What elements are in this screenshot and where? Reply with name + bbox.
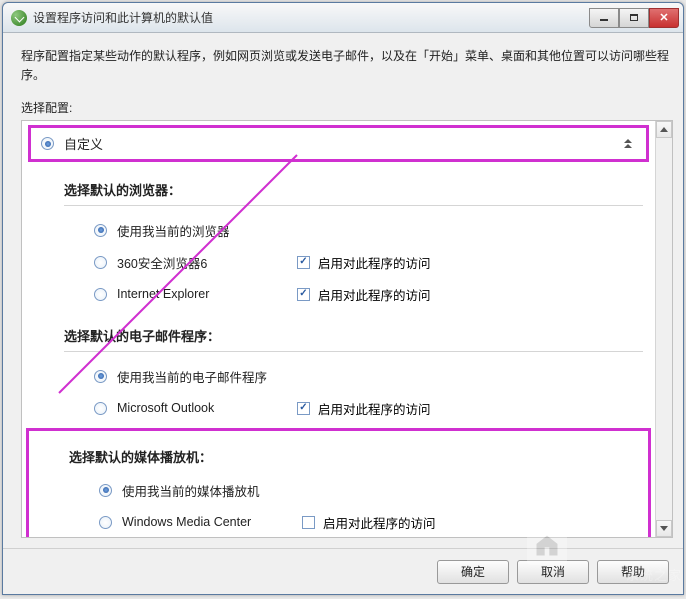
radio-media-current[interactable]	[99, 484, 112, 497]
access-label: 启用对此程序的访问	[323, 513, 436, 532]
select-config-label: 选择配置:	[21, 99, 673, 116]
radio-browser-ie[interactable]	[94, 288, 107, 301]
custom-option-label: 自定义	[64, 134, 620, 153]
checkbox-email-outlook[interactable]	[297, 402, 310, 415]
browser-opt-ie[interactable]: Internet Explorer 启用对此程序的访问	[64, 278, 643, 310]
checkbox-browser-360[interactable]	[297, 256, 310, 269]
radio-browser-360[interactable]	[94, 256, 107, 269]
custom-option-row[interactable]: 自定义	[28, 125, 649, 162]
config-list: 自定义 选择默认的浏览器： 使用我当前的浏览器 360安全浏览器6	[21, 120, 673, 538]
browser-opt-ie-label: Internet Explorer	[117, 287, 297, 301]
scroll-up-button[interactable]	[656, 121, 672, 138]
scroll-down-button[interactable]	[656, 520, 672, 537]
radio-custom[interactable]	[41, 137, 54, 150]
email-opt-current[interactable]: 使用我当前的电子邮件程序	[64, 360, 643, 392]
description-text: 程序配置指定某些动作的默认程序，例如网页浏览或发送电子邮件，以及在「开始」菜单、…	[21, 47, 673, 85]
browser-opt-current-label: 使用我当前的浏览器	[117, 221, 297, 240]
scroll-track[interactable]	[656, 138, 672, 520]
window-buttons: ✕	[589, 8, 679, 28]
close-button[interactable]: ✕	[649, 8, 679, 28]
radio-media-wmc[interactable]	[99, 516, 112, 529]
browser-opt-current[interactable]: 使用我当前的浏览器	[64, 214, 643, 246]
access-label: 启用对此程序的访问	[318, 253, 431, 272]
radio-browser-current[interactable]	[94, 224, 107, 237]
email-section-title: 选择默认的电子邮件程序：	[64, 318, 643, 352]
browser-section-title: 选择默认的浏览器：	[64, 172, 643, 206]
email-opt-outlook[interactable]: Microsoft Outlook 启用对此程序的访问	[64, 392, 643, 424]
browser-opt-360[interactable]: 360安全浏览器6 启用对此程序的访问	[64, 246, 643, 278]
list-scroll-area[interactable]: 自定义 选择默认的浏览器： 使用我当前的浏览器 360安全浏览器6	[22, 121, 655, 537]
media-section-title: 选择默认的媒体播放机：	[69, 439, 630, 472]
radio-email-current[interactable]	[94, 370, 107, 383]
media-opt-wmc[interactable]: Windows Media Center 启用对此程序的访问	[69, 506, 630, 537]
scrollbar[interactable]	[655, 121, 672, 537]
content-area: 程序配置指定某些动作的默认程序，例如网页浏览或发送电子邮件，以及在「开始」菜单、…	[3, 33, 683, 548]
app-icon	[11, 10, 27, 26]
browser-section: 选择默认的浏览器： 使用我当前的浏览器 360安全浏览器6 启用对此程序的访问 …	[24, 168, 653, 314]
media-highlight-box: 选择默认的媒体播放机： 使用我当前的媒体播放机 Windows Media Ce…	[26, 428, 651, 537]
email-opt-outlook-label: Microsoft Outlook	[117, 401, 297, 415]
media-opt-current[interactable]: 使用我当前的媒体播放机	[69, 474, 630, 506]
collapse-icon[interactable]	[620, 137, 636, 151]
titlebar[interactable]: 设置程序访问和此计算机的默认值 ✕	[3, 3, 683, 33]
maximize-button[interactable]	[619, 8, 649, 28]
browser-opt-360-label: 360安全浏览器6	[117, 253, 297, 272]
media-opt-wmc-label: Windows Media Center	[122, 515, 302, 529]
access-label: 启用对此程序的访问	[318, 399, 431, 418]
email-section: 选择默认的电子邮件程序： 使用我当前的电子邮件程序 Microsoft Outl…	[24, 314, 653, 428]
access-label: 启用对此程序的访问	[318, 285, 431, 304]
checkbox-browser-ie[interactable]	[297, 288, 310, 301]
help-button[interactable]: 帮助	[597, 560, 669, 584]
minimize-button[interactable]	[589, 8, 619, 28]
media-opt-current-label: 使用我当前的媒体播放机	[122, 481, 302, 500]
media-section: 选择默认的媒体播放机： 使用我当前的媒体播放机 Windows Media Ce…	[37, 435, 640, 537]
checkbox-media-wmc[interactable]	[302, 516, 315, 529]
dialog-footer: 确定 取消 帮助	[3, 548, 683, 594]
window-title: 设置程序访问和此计算机的默认值	[33, 9, 589, 26]
cancel-button[interactable]: 取消	[517, 560, 589, 584]
radio-email-outlook[interactable]	[94, 402, 107, 415]
ok-button[interactable]: 确定	[437, 560, 509, 584]
main-window: 设置程序访问和此计算机的默认值 ✕ 程序配置指定某些动作的默认程序，例如网页浏览…	[2, 2, 684, 595]
email-opt-current-label: 使用我当前的电子邮件程序	[117, 367, 297, 386]
